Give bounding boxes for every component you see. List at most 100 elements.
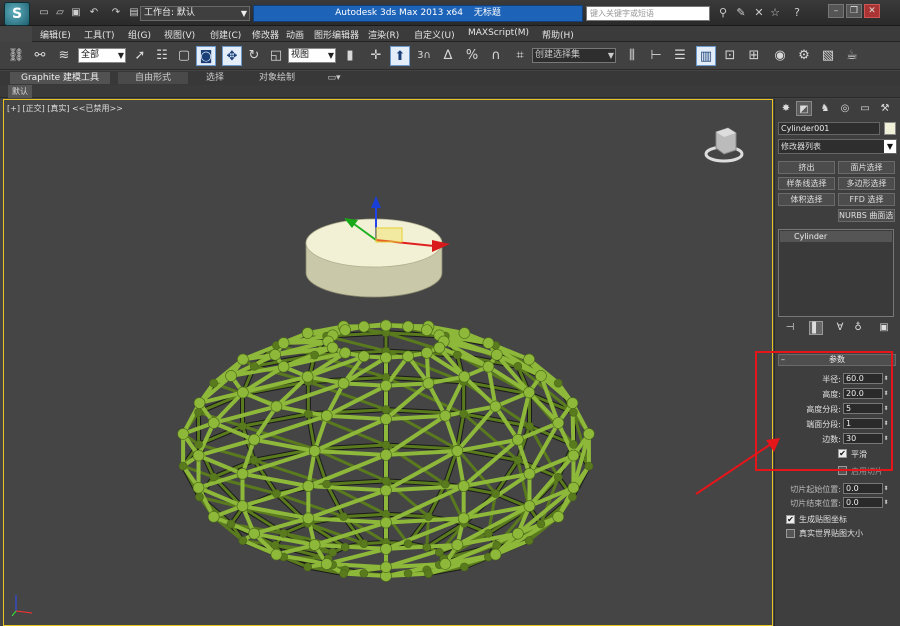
height-segments-field[interactable]: 5 [843, 403, 883, 414]
poly-select-button[interactable]: 多边形选择 [838, 177, 895, 190]
modify-tab-icon[interactable]: ◩ [796, 101, 812, 116]
menu-group[interactable]: 组(G) [128, 28, 151, 41]
unlink-icon[interactable]: ⚯ [30, 46, 50, 66]
modifier-stack[interactable]: Cylinder [778, 229, 894, 317]
snap-toggle-icon[interactable]: 3∩ [414, 46, 434, 66]
show-end-result-icon[interactable]: ▌ [809, 321, 823, 335]
select-by-name-icon[interactable]: ☷ [152, 46, 172, 66]
material-editor-icon[interactable]: ◉ [770, 46, 790, 66]
ribbon-default-tab[interactable]: 默认 [8, 85, 32, 98]
new-file-icon[interactable]: ▭ [38, 7, 50, 19]
close-button[interactable]: ✕ [864, 4, 880, 18]
render-production-icon[interactable]: ☕ [842, 46, 862, 66]
spinner-icon[interactable]: ⬍ [883, 418, 889, 429]
render-setup-icon[interactable]: ⚙ [794, 46, 814, 66]
patch-select-button[interactable]: 面片选择 [838, 161, 895, 174]
viewcube-icon[interactable] [704, 120, 744, 164]
hierarchy-tab-icon[interactable]: ♞ [817, 101, 833, 116]
nurbs-surf-select-button[interactable]: NURBS 曲面选择 [838, 209, 895, 222]
pivot-center-icon[interactable]: ▮ [340, 46, 360, 66]
menu-help[interactable]: 帮助(H) [542, 28, 574, 41]
graphite-toggle-icon[interactable]: ▥ [696, 46, 716, 66]
spinner-icon[interactable]: ⬍ [883, 433, 889, 444]
slice-to-field[interactable]: 0.0 [843, 497, 883, 508]
extrude-button[interactable]: 挤出 [778, 161, 835, 174]
bind-spacewarp-icon[interactable]: ≋ [54, 46, 74, 66]
align-icon[interactable]: ⊢ [646, 46, 666, 66]
generate-mapping-checkbox[interactable]: ✔ [786, 515, 795, 524]
spline-select-button[interactable]: 样条线选择 [778, 177, 835, 190]
menu-tools[interactable]: 工具(T) [84, 28, 115, 41]
rendered-frame-icon[interactable]: ▧ [818, 46, 838, 66]
sides-field[interactable]: 30 [843, 433, 883, 444]
minimize-button[interactable]: – [828, 4, 844, 18]
select-object-icon[interactable]: ➚ [130, 46, 150, 66]
redo-icon[interactable]: ↷ [110, 7, 122, 19]
create-tab-icon[interactable]: ✸ [778, 101, 794, 116]
restore-button[interactable]: ❐ [846, 4, 862, 18]
binoculars-icon[interactable]: ⚲ [716, 6, 730, 20]
schematic-view-icon[interactable]: ⊞ [744, 46, 764, 66]
spinner-icon[interactable]: ⬍ [883, 388, 889, 399]
select-scale-icon[interactable]: ◱ [266, 46, 286, 66]
manipulate-icon[interactable]: ✛ [366, 46, 386, 66]
tab-freeform[interactable]: 自由形式 [118, 72, 188, 84]
menu-animation[interactable]: 动画 [286, 28, 304, 41]
app-logo-icon[interactable]: S [4, 2, 30, 26]
ribbon-options-icon[interactable]: ▭▾ [320, 72, 348, 84]
motion-tab-icon[interactable]: ◎ [837, 101, 853, 116]
tab-object-paint[interactable]: 对象绘制 [246, 72, 308, 84]
undo-icon[interactable]: ↶ [88, 7, 100, 19]
slice-on-checkbox[interactable] [838, 466, 847, 475]
menu-views[interactable]: 视图(V) [164, 28, 195, 41]
spinner-snap-icon[interactable]: ∩ [486, 46, 506, 66]
scene-canvas[interactable] [4, 100, 774, 626]
parameters-rollout-header[interactable]: – 参数 [778, 354, 896, 366]
rectangle-region-icon[interactable]: ▢ [174, 46, 194, 66]
cap-segments-field[interactable]: 1 [843, 418, 883, 429]
mirror-icon[interactable]: ⫼ [622, 46, 642, 66]
slice-from-field[interactable]: 0.0 [843, 483, 883, 494]
keyboard-shortcut-icon[interactable]: ⬆ [390, 46, 410, 66]
reference-coord-dropdown[interactable]: 视图 ▼ [288, 48, 336, 63]
radius-field[interactable]: 60.0 [843, 373, 883, 384]
perspective-viewport[interactable]: [+] [正交] [真实] <<已禁用>> [3, 99, 773, 626]
open-file-icon[interactable]: ▱ [54, 7, 66, 19]
viewport-label[interactable]: [+] [正交] [真实] <<已禁用>> [7, 103, 123, 114]
real-world-map-checkbox[interactable] [786, 529, 795, 538]
height-field[interactable]: 20.0 [843, 388, 883, 399]
remove-modifier-icon[interactable]: ♁ [851, 321, 865, 335]
angle-snap-icon[interactable]: ∆ [438, 46, 458, 66]
make-unique-icon[interactable]: ∀ [833, 321, 847, 335]
percent-snap-icon[interactable]: % [462, 46, 482, 66]
ffd-select-button[interactable]: FFD 选择 [838, 193, 895, 206]
object-color-swatch[interactable] [884, 122, 896, 135]
pin-stack-icon[interactable]: ⊣ [783, 321, 797, 335]
vol-select-button[interactable]: 体积选择 [778, 193, 835, 206]
layer-manager-icon[interactable]: ☰ [670, 46, 690, 66]
menu-create[interactable]: 创建(C) [210, 28, 241, 41]
tab-selection[interactable]: 选择 [192, 72, 238, 84]
save-file-icon[interactable]: ▣ [70, 7, 82, 19]
link-icon[interactable]: ⛓ [6, 46, 26, 66]
named-selection-set-dropdown[interactable]: 创建选择集 ▼ [532, 48, 616, 63]
smooth-checkbox[interactable]: ✔ [838, 449, 847, 458]
select-move-icon[interactable]: ✥ [222, 46, 242, 66]
spinner-icon[interactable]: ⬍ [883, 373, 889, 384]
object-name-field[interactable]: Cylinder001 [778, 122, 880, 135]
spinner-icon[interactable]: ⬍ [883, 497, 889, 508]
menu-maxscript[interactable]: MAXScript(M) [468, 28, 529, 38]
menu-edit[interactable]: 编辑(E) [40, 28, 71, 41]
menu-rendering[interactable]: 渲染(R) [368, 28, 399, 41]
window-crossing-icon[interactable]: ◙ [196, 46, 216, 66]
modifier-list-dropdown[interactable]: 修改器列表 ▼ [778, 139, 897, 154]
edit-named-selection-icon[interactable]: ⌗ [510, 46, 530, 66]
spinner-icon[interactable]: ⬍ [883, 483, 889, 494]
menu-modifiers[interactable]: 修改器 [252, 28, 279, 41]
select-rotate-icon[interactable]: ↻ [244, 46, 264, 66]
cylinder-object[interactable] [305, 218, 443, 298]
selection-filter-dropdown[interactable]: 全部 ▼ [78, 48, 126, 63]
lattice-sphere[interactable] [177, 319, 595, 582]
spinner-icon[interactable]: ⬍ [883, 403, 889, 414]
utilities-tab-icon[interactable]: ⚒ [877, 101, 893, 116]
